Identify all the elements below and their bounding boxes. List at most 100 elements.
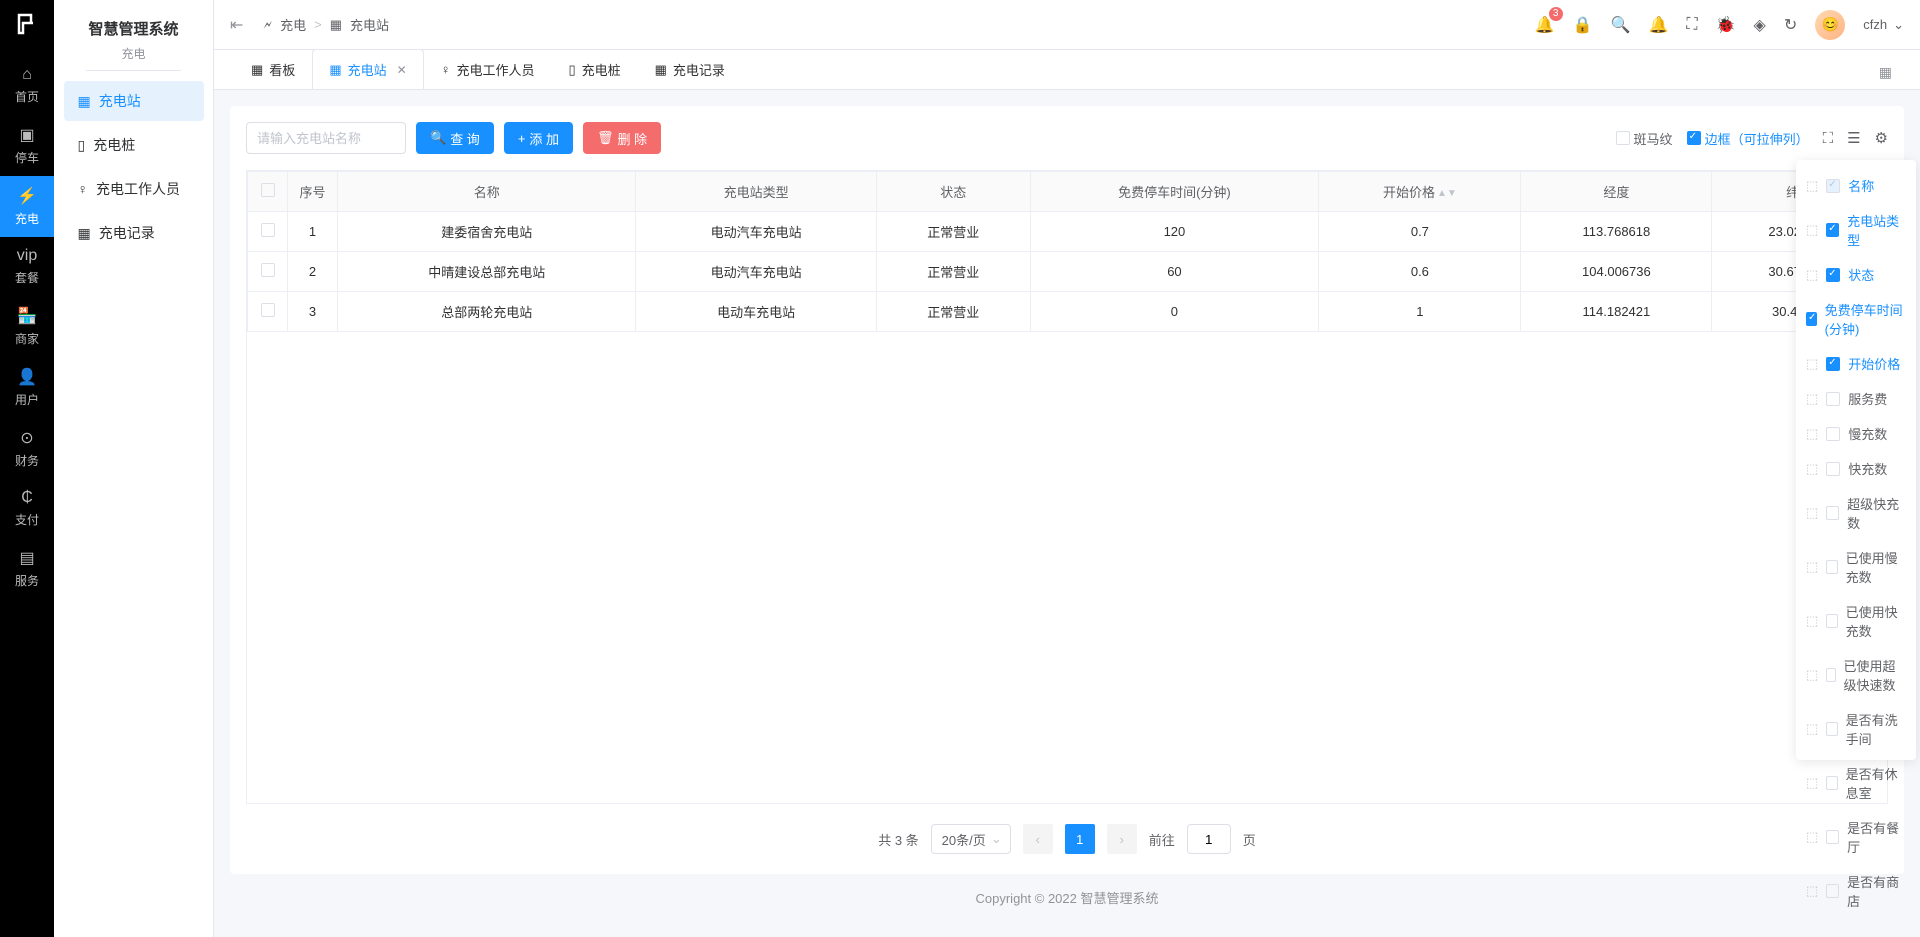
table-row[interactable]: 3 总部两轮充电站 电动车充电站 正常营业 0 1 114.182421 30.… — [248, 292, 1887, 332]
colset-item[interactable]: ⬚是否有洗手间 — [1796, 702, 1916, 756]
rail-item-首页[interactable]: ⌂首页 — [0, 56, 54, 115]
rail-item-财务[interactable]: ⊙财务 — [0, 418, 54, 479]
colset-item[interactable]: ⬚已使用超级快速数 — [1796, 648, 1916, 702]
debug-icon[interactable]: 🐞 — [1716, 15, 1736, 35]
fullscreen-icon[interactable]: ⛶ — [1686, 16, 1697, 34]
sidebar-item-充电工作人员[interactable]: ♀充电工作人员 — [64, 169, 204, 209]
colset-checkbox[interactable] — [1826, 392, 1840, 406]
zebra-checkbox[interactable]: 斑马纹 — [1616, 129, 1673, 148]
page-number[interactable]: 1 — [1065, 824, 1095, 854]
colset-checkbox[interactable] — [1826, 884, 1839, 898]
drag-icon[interactable]: ⬚ — [1806, 222, 1818, 238]
sidebar-item-充电站[interactable]: ▦充电站 — [64, 81, 204, 121]
breadcrumb-a[interactable]: 充电 — [280, 15, 306, 34]
drag-icon[interactable]: ⬚ — [1806, 426, 1818, 442]
tab-充电记录[interactable]: ▦充电记录 — [638, 49, 742, 89]
colset-item[interactable]: ⬚服务费 — [1796, 381, 1916, 416]
clear-icon[interactable]: ◈ — [1754, 15, 1766, 35]
colset-item[interactable]: ⬚开始价格 — [1796, 346, 1916, 381]
drag-icon[interactable]: ⬚ — [1806, 721, 1818, 737]
rail-item-停车[interactable]: ▣停车 — [0, 115, 54, 176]
rail-item-支付[interactable]: ₵支付 — [0, 479, 54, 538]
rail-item-服务[interactable]: ▤服务 — [0, 538, 54, 599]
colset-checkbox[interactable] — [1826, 506, 1839, 520]
colset-checkbox[interactable] — [1826, 614, 1837, 628]
colset-checkbox[interactable] — [1826, 560, 1837, 574]
border-checkbox[interactable]: 边框（可拉伸列） — [1687, 129, 1809, 148]
row-checkbox[interactable] — [261, 223, 275, 237]
drag-icon[interactable]: ⬚ — [1806, 829, 1818, 845]
colset-checkbox[interactable] — [1826, 830, 1839, 844]
colset-item[interactable]: ⬚是否有餐厅 — [1796, 810, 1916, 864]
colset-checkbox[interactable] — [1826, 776, 1837, 790]
page-prev[interactable]: ‹ — [1023, 824, 1053, 854]
add-button[interactable]: +添 加 — [504, 122, 573, 154]
drag-icon[interactable]: ⬚ — [1806, 667, 1818, 683]
rail-item-用户[interactable]: 👤用户 — [0, 357, 54, 418]
table-row[interactable]: 2 中晴建设总部充电站 电动汽车充电站 正常营业 60 0.6 104.0067… — [248, 252, 1887, 292]
colset-checkbox[interactable] — [1826, 427, 1840, 441]
column-header[interactable]: 开始价格▲▼ — [1319, 172, 1521, 212]
collapse-icon[interactable]: ⇤ — [230, 15, 243, 35]
colset-checkbox[interactable] — [1826, 268, 1840, 282]
colset-checkbox[interactable] — [1806, 312, 1817, 326]
row-checkbox[interactable] — [261, 303, 275, 317]
colset-item[interactable]: ⬚是否有商店 — [1796, 864, 1916, 918]
expand-icon[interactable]: ⛶ — [1823, 130, 1834, 147]
colset-checkbox[interactable] — [1826, 722, 1837, 736]
drag-icon[interactable]: ⬚ — [1806, 505, 1818, 521]
rail-item-套餐[interactable]: vip套餐 — [0, 237, 54, 296]
rail-item-充电[interactable]: ⚡充电 — [0, 176, 54, 237]
tabs-grid-icon[interactable]: ▦ — [1871, 56, 1900, 89]
drag-icon[interactable]: ⬚ — [1806, 775, 1818, 791]
sidebar-item-充电桩[interactable]: ▯充电桩 — [64, 125, 204, 165]
colset-item[interactable]: ⬚超级快充数 — [1796, 486, 1916, 540]
query-button[interactable]: 🔍查 询 — [416, 122, 494, 154]
lock-icon[interactable]: 🔒 — [1573, 15, 1593, 35]
notification-icon[interactable]: 🔔3 — [1535, 15, 1555, 35]
colset-item[interactable]: ⬚充电站类型 — [1796, 203, 1916, 257]
refresh-icon[interactable]: ↻ — [1784, 15, 1797, 35]
close-icon[interactable]: ✕ — [397, 63, 407, 77]
colset-item[interactable]: ⬚慢充数 — [1796, 416, 1916, 451]
rail-item-商家[interactable]: 🏪商家 — [0, 296, 54, 357]
drag-icon[interactable]: ⬚ — [1806, 461, 1818, 477]
colset-checkbox[interactable] — [1826, 223, 1839, 237]
tab-充电桩[interactable]: ▯充电桩 — [551, 49, 637, 89]
row-checkbox[interactable] — [261, 263, 275, 277]
colset-checkbox[interactable] — [1826, 462, 1840, 476]
avatar[interactable]: 😊 — [1815, 10, 1845, 40]
delete-button[interactable]: 🗑删 除 — [583, 122, 661, 154]
drag-icon[interactable]: ⬚ — [1806, 356, 1818, 372]
tab-看板[interactable]: ▦看板 — [234, 49, 312, 89]
tab-充电站[interactable]: ▦充电站✕ — [312, 49, 423, 89]
gear-icon[interactable]: ⚙ — [1875, 129, 1888, 147]
tab-充电工作人员[interactable]: ♀充电工作人员 — [424, 49, 552, 89]
settings-list-icon[interactable]: ☰ — [1847, 129, 1860, 147]
search-icon[interactable]: 🔍 — [1611, 15, 1631, 35]
search-input[interactable] — [246, 122, 406, 154]
colset-item[interactable]: ⬚名称 — [1796, 168, 1916, 203]
select-all-checkbox[interactable] — [261, 183, 275, 197]
drag-icon[interactable]: ⬚ — [1806, 613, 1818, 629]
user-menu[interactable]: cfzh ⌄ — [1863, 17, 1904, 33]
drag-icon[interactable]: ⬚ — [1806, 178, 1818, 194]
page-next[interactable]: › — [1107, 824, 1137, 854]
colset-checkbox[interactable] — [1826, 179, 1840, 193]
colset-item[interactable]: ⬚已使用快充数 — [1796, 594, 1916, 648]
colset-checkbox[interactable] — [1826, 357, 1840, 371]
sidebar-item-充电记录[interactable]: ▦充电记录 — [64, 213, 204, 253]
drag-icon[interactable]: ⬚ — [1806, 391, 1818, 407]
colset-item[interactable]: ⬚快充数 — [1796, 451, 1916, 486]
bell-icon[interactable]: 🔔 — [1648, 15, 1668, 35]
drag-icon[interactable]: ⬚ — [1806, 267, 1818, 283]
colset-item[interactable]: ⬚状态 — [1796, 257, 1916, 292]
page-size-select[interactable]: 20条/页 — [931, 824, 1011, 854]
goto-input[interactable] — [1187, 824, 1231, 854]
drag-icon[interactable]: ⬚ — [1806, 883, 1818, 899]
colset-item[interactable]: 免费停车时间(分钟) — [1796, 292, 1916, 346]
table-row[interactable]: 1 建委宿舍充电站 电动汽车充电站 正常营业 120 0.7 113.76861… — [248, 212, 1887, 252]
drag-icon[interactable]: ⬚ — [1806, 559, 1818, 575]
colset-item[interactable]: ⬚是否有休息室 — [1796, 756, 1916, 810]
colset-checkbox[interactable] — [1826, 668, 1835, 682]
